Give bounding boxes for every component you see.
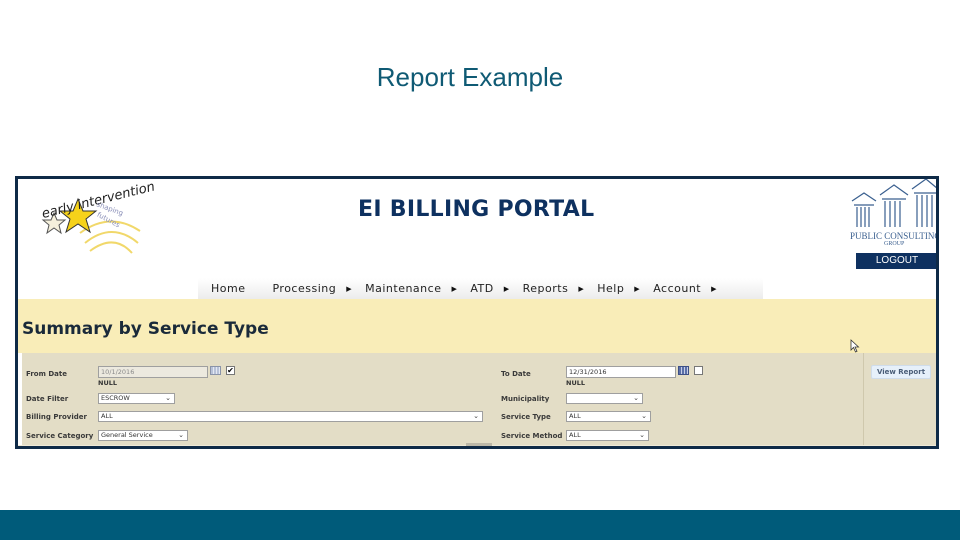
service-method-value: ALL bbox=[569, 431, 581, 439]
nav-help-label: Help bbox=[597, 282, 625, 295]
submenu-arrow-icon: ▶ bbox=[711, 284, 717, 293]
date-filter-label: Date Filter bbox=[26, 395, 69, 403]
submenu-arrow-icon: ▶ bbox=[346, 284, 353, 293]
nav-help[interactable]: Help ▶ bbox=[597, 282, 640, 295]
nav-account[interactable]: Account ▶ bbox=[653, 282, 717, 295]
early-intervention-logo: early intervention shaping futures bbox=[40, 179, 156, 261]
service-type-value: ALL bbox=[569, 412, 581, 420]
nav-maintenance[interactable]: Maintenance ▶ bbox=[365, 282, 457, 295]
billing-provider-label: Billing Provider bbox=[26, 413, 87, 421]
report-parameters-panel: From Date 10/1/2016 ✔ NULL Date Filter E… bbox=[22, 353, 936, 445]
date-filter-select[interactable]: ESCROW ⌄ bbox=[98, 393, 175, 404]
billing-provider-select[interactable]: ALL ⌄ bbox=[98, 411, 483, 422]
to-date-null-label: NULL bbox=[566, 379, 586, 387]
portal-header: early intervention shaping futures EI BI… bbox=[18, 179, 936, 299]
municipality-select[interactable]: ⌄ bbox=[566, 393, 643, 404]
service-category-label: Service Category bbox=[26, 432, 94, 440]
service-method-select[interactable]: ALL ⌄ bbox=[566, 430, 649, 441]
nav-reports-label: Reports bbox=[522, 282, 569, 295]
portal-screenshot: early intervention shaping futures EI BI… bbox=[15, 176, 939, 449]
chevron-down-icon: ⌄ bbox=[633, 394, 639, 402]
date-filter-value: ESCROW bbox=[101, 394, 130, 402]
collapse-splitter-handle[interactable] bbox=[466, 443, 492, 446]
nav-atd-label: ATD bbox=[470, 282, 494, 295]
slide-title: Report Example bbox=[376, 62, 564, 92]
submenu-arrow-icon: ▶ bbox=[451, 284, 458, 293]
to-date-null-checkbox[interactable] bbox=[694, 366, 703, 375]
service-category-value: General Service bbox=[101, 431, 153, 439]
municipality-label: Municipality bbox=[501, 395, 550, 403]
to-date-label: To Date bbox=[501, 370, 531, 378]
chevron-down-icon: ⌄ bbox=[178, 431, 184, 439]
chevron-down-icon: ⌄ bbox=[165, 394, 171, 402]
mouse-cursor-icon bbox=[850, 339, 860, 353]
chevron-down-icon: ⌄ bbox=[641, 412, 647, 420]
nav-reports[interactable]: Reports ▶ bbox=[523, 282, 585, 295]
billing-provider-value: ALL bbox=[101, 412, 113, 420]
params-divider bbox=[863, 353, 864, 445]
service-method-label: Service Method bbox=[501, 432, 563, 440]
view-report-button[interactable]: View Report bbox=[871, 365, 931, 379]
nav-processing[interactable]: Processing ▶ bbox=[272, 282, 352, 295]
from-date-input[interactable]: 10/1/2016 bbox=[98, 366, 208, 378]
chevron-down-icon: ⌄ bbox=[639, 431, 645, 439]
service-type-label: Service Type bbox=[501, 413, 551, 421]
chevron-down-icon: ⌄ bbox=[473, 412, 479, 420]
from-date-label: From Date bbox=[26, 370, 67, 378]
submenu-arrow-icon: ▶ bbox=[578, 284, 585, 293]
calendar-icon[interactable] bbox=[678, 366, 689, 375]
slide-footer-band bbox=[0, 510, 960, 540]
report-title-band: Summary by Service Type bbox=[18, 299, 936, 353]
logout-button[interactable]: LOGOUT bbox=[856, 253, 936, 269]
nav-account-label: Account bbox=[653, 282, 702, 295]
calendar-icon[interactable] bbox=[210, 366, 221, 375]
from-date-null-checkbox[interactable]: ✔ bbox=[226, 366, 235, 375]
pcg-sub: GROUP bbox=[884, 241, 905, 247]
submenu-arrow-icon: ▶ bbox=[503, 284, 510, 293]
nav-home[interactable]: Home bbox=[211, 282, 245, 295]
nav-maintenance-label: Maintenance bbox=[365, 282, 442, 295]
from-date-null-label: NULL bbox=[98, 379, 118, 387]
service-type-select[interactable]: ALL ⌄ bbox=[566, 411, 651, 422]
nav-home-label: Home bbox=[211, 282, 246, 295]
nav-atd[interactable]: ATD ▶ bbox=[470, 282, 509, 295]
submenu-arrow-icon: ▶ bbox=[634, 284, 641, 293]
to-date-input[interactable]: 12/31/2016 bbox=[566, 366, 676, 378]
nav-processing-label: Processing bbox=[272, 282, 337, 295]
page-heading: Summary by Service Type bbox=[22, 319, 269, 339]
pcg-name: PUBLIC CONSULTING bbox=[850, 231, 939, 241]
portal-title: EI BILLING PORTAL bbox=[358, 197, 595, 222]
main-nav: Home Processing ▶ Maintenance ▶ ATD ▶ Re… bbox=[198, 278, 763, 299]
service-category-select[interactable]: General Service ⌄ bbox=[98, 430, 188, 441]
